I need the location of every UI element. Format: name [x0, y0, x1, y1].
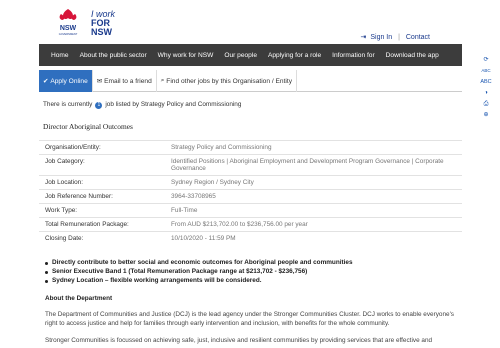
svg-text:GOVERNMENT: GOVERNMENT — [59, 32, 78, 36]
signin-icon: ⇥ — [360, 34, 367, 41]
list-item: Senior Executive Band 1 (Total Remunerat… — [45, 268, 455, 275]
nav-home[interactable]: Home — [51, 52, 69, 59]
job-count-text: There is currently 1 job listed by Strateg… — [43, 101, 242, 109]
nav-our-people[interactable]: Our people — [224, 52, 257, 59]
envelope-icon: ✉ — [96, 78, 105, 85]
find-other-jobs-button[interactable]: ⌕ Find other jobs by this Organisation /… — [157, 70, 298, 92]
text-increase-icon[interactable]: ABC — [479, 77, 493, 87]
i-work-for-nsw-tagline: I work FOR NSW — [91, 9, 116, 37]
table-row: Work Type: Full-Time — [39, 203, 462, 217]
nav-download-app[interactable]: Download the app — [386, 52, 439, 59]
about-heading: About the Department — [45, 295, 113, 302]
job-count-badge[interactable]: 1 — [95, 102, 103, 109]
page-container: NSW GOVERNMENT I work FOR NSW ⇥ Sign In |… — [39, 0, 462, 348]
svg-text:NSW: NSW — [60, 25, 77, 32]
nav-about-public-sector[interactable]: About the public sector — [80, 52, 147, 59]
divider: | — [398, 34, 400, 41]
table-row: Job Location: Sydney Region / Sydney City — [39, 175, 462, 189]
check-icon: ✔ — [43, 78, 51, 85]
share-icon[interactable]: ⟳ — [479, 55, 493, 65]
contrast-icon[interactable]: ◑ — [479, 88, 493, 98]
site-header: NSW GOVERNMENT I work FOR NSW ⇥ Sign In |… — [39, 0, 462, 44]
apply-online-button[interactable]: ✔ Apply Online — [39, 70, 93, 92]
contact-link[interactable]: Contact — [406, 34, 430, 41]
table-row: Closing Date: 10/10/2020 - 11:59 PM — [39, 231, 462, 245]
main-nav: Home About the public sector Why work fo… — [39, 44, 462, 66]
text-decrease-icon[interactable]: ABC — [479, 66, 493, 76]
list-item: Directly contribute to better social and… — [45, 259, 455, 266]
about-paragraph: The Department of Communities and Justic… — [45, 311, 454, 327]
email-friend-button[interactable]: ✉ Email to a friend — [93, 70, 157, 92]
highlights-list: Directly contribute to better social and… — [45, 259, 455, 286]
print-icon[interactable]: ⎙ — [479, 99, 493, 109]
page-margin-left — [0, 0, 39, 348]
table-row: Total Remuneration Package: From AUD $213… — [39, 217, 462, 231]
table-row: Organisation/Entity: Strategy Policy and … — [39, 140, 462, 154]
nsw-logo[interactable]: NSW GOVERNMENT — [57, 8, 79, 40]
add-icon[interactable]: ⊕ — [479, 110, 493, 120]
top-links: ⇥ Sign In | Contact — [356, 33, 430, 41]
nav-applying[interactable]: Applying for a role — [268, 52, 321, 59]
about-paragraph-2: Stronger Communities is focussed on achi… — [45, 337, 433, 344]
signin-link[interactable]: Sign In — [370, 34, 392, 41]
job-title: Director Aboriginal Outcomes — [43, 122, 133, 131]
table-row: Job Category: Identified Positions | Abor… — [39, 154, 462, 175]
job-actions: ✔ Apply Online ✉ Email to a friend ⌕ Fin… — [39, 70, 462, 92]
nav-information-for[interactable]: Information for — [332, 52, 375, 59]
nav-why-work[interactable]: Why work for NSW — [158, 52, 214, 59]
job-details-table: Organisation/Entity: Strategy Policy and … — [39, 140, 462, 245]
accessibility-toolbar: ⟳ ABC ABC ◑ ⎙ ⊕ — [475, 55, 497, 121]
list-item: Sydney Location – flexible working arran… — [45, 277, 455, 284]
table-row: Job Reference Number: 3964-33708965 — [39, 189, 462, 203]
